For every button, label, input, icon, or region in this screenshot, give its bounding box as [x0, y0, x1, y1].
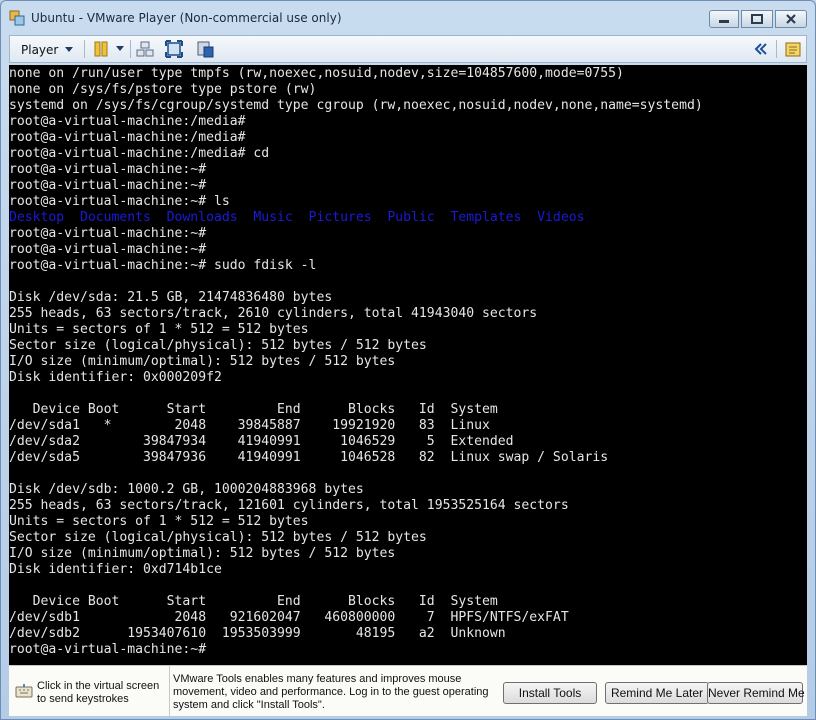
fullscreen-icon[interactable] — [165, 40, 183, 58]
terminal-line: root@a-virtual-machine:~# — [9, 162, 207, 177]
terminal-line: none on /run/user type tmpfs (rw,noexec,… — [9, 66, 624, 81]
terminal-line: /dev/sda1 * 2048 39845887 19921920 83 Li… — [9, 418, 490, 433]
window-title: Ubuntu - VMware Player (Non-commercial u… — [31, 11, 342, 25]
terminal-line: Disk /dev/sdb: 1000.2 GB, 1000204883968 … — [9, 482, 364, 497]
terminal-line: root@a-virtual-machine:/media# — [9, 114, 246, 129]
terminal-line: I/O size (minimum/optimal): 512 bytes / … — [9, 546, 396, 561]
terminal-line: Disk identifier: 0xd714b1ce — [9, 562, 222, 577]
toolbar: Player — [9, 35, 807, 63]
terminal-line: /dev/sdb1 2048 921602047 460800000 7 HPF… — [9, 610, 569, 625]
player-menu-label: Player — [21, 43, 59, 57]
terminal-line: /dev/sda2 39847934 41940991 1046529 5 Ex… — [9, 434, 514, 449]
unity-icon[interactable] — [196, 40, 214, 58]
terminal-line: root@a-virtual-machine:/media# — [9, 130, 246, 145]
minimize-button[interactable] — [709, 10, 739, 28]
terminal-line: /dev/sdb2 1953407610 1953503999 48195 a2… — [9, 626, 506, 641]
library-icon[interactable] — [784, 40, 802, 58]
terminal-line: systemd on /sys/fs/cgroup/systemd type c… — [9, 98, 703, 113]
vmware-tools-notification-bar: Click in the virtual screen to send keys… — [9, 665, 807, 716]
terminal-line: Units = sectors of 1 * 512 = 512 bytes — [9, 322, 309, 337]
keyboard-hint-icon — [15, 684, 33, 698]
terminal-line: root@a-virtual-machine:~# — [9, 178, 207, 193]
toolbar-divider — [84, 40, 85, 58]
maximize-icon — [751, 14, 763, 24]
terminal-line: root@a-virtual-machine:~# — [9, 226, 207, 241]
collapse-icon[interactable] — [752, 40, 770, 58]
chevron-down-icon — [65, 47, 73, 52]
terminal-line: root@a-virtual-machine:~# — [9, 242, 207, 257]
vmware-app-icon — [9, 10, 25, 26]
pause-icon[interactable] — [92, 40, 110, 58]
terminal-line: Sector size (logical/physical): 512 byte… — [9, 530, 427, 545]
install-tools-button[interactable]: Install Tools — [503, 682, 597, 704]
send-keys-icon[interactable] — [136, 40, 154, 58]
keystroke-hint: Click in the virtual screen to send keys… — [9, 666, 170, 716]
vmware-tools-message: VMware Tools enables many features and i… — [173, 673, 489, 711]
virtual-machine-screen[interactable]: none on /run/user type tmpfs (rw,noexec,… — [9, 65, 807, 665]
terminal-line: root@a-virtual-machine:~# ls — [9, 194, 230, 209]
terminal-line: Desktop Documents Downloads Music Pictur… — [9, 210, 585, 225]
close-button[interactable] — [775, 10, 807, 28]
terminal-line: I/O size (minimum/optimal): 512 bytes / … — [9, 354, 396, 369]
never-remind-me-button[interactable]: Never Remind Me — [707, 682, 805, 704]
title-bar[interactable]: Ubuntu - VMware Player (Non-commercial u… — [1, 1, 815, 35]
terminal-line: Disk identifier: 0x000209f2 — [9, 370, 222, 385]
toolbar-divider — [776, 40, 777, 58]
minimize-icon — [719, 20, 729, 23]
terminal-line: root@a-virtual-machine:~# — [9, 642, 207, 657]
terminal-line: 255 heads, 63 sectors/track, 121601 cyli… — [9, 498, 569, 513]
keystroke-hint-text: Click in the virtual screen to send keys… — [37, 680, 160, 705]
close-icon — [786, 14, 796, 24]
terminal-line: none on /sys/fs/pstore type pstore (rw) — [9, 82, 317, 97]
remind-me-later-button[interactable]: Remind Me Later — [605, 682, 709, 704]
terminal-line: Units = sectors of 1 * 512 = 512 bytes — [9, 514, 309, 529]
player-menu-button[interactable]: Player — [12, 38, 78, 60]
terminal-line: Device Boot Start End Blocks Id System — [9, 402, 498, 417]
toolbar-divider — [130, 40, 131, 58]
terminal-line: Disk /dev/sda: 21.5 GB, 21474836480 byte… — [9, 290, 333, 305]
terminal-line: /dev/sda5 39847936 41940991 1046528 82 L… — [9, 450, 609, 465]
terminal-line: Device Boot Start End Blocks Id System — [9, 594, 498, 609]
maximize-button[interactable] — [741, 10, 773, 28]
pause-dropdown-icon[interactable] — [116, 46, 124, 52]
vmware-player-window: Ubuntu - VMware Player (Non-commercial u… — [0, 0, 816, 720]
terminal-line: root@a-virtual-machine:/media# cd — [9, 146, 270, 161]
terminal-line: Sector size (logical/physical): 512 byte… — [9, 338, 427, 353]
terminal-line: root@a-virtual-machine:~# sudo fdisk -l — [9, 258, 317, 273]
terminal-line: 255 heads, 63 sectors/track, 2610 cylind… — [9, 306, 538, 321]
